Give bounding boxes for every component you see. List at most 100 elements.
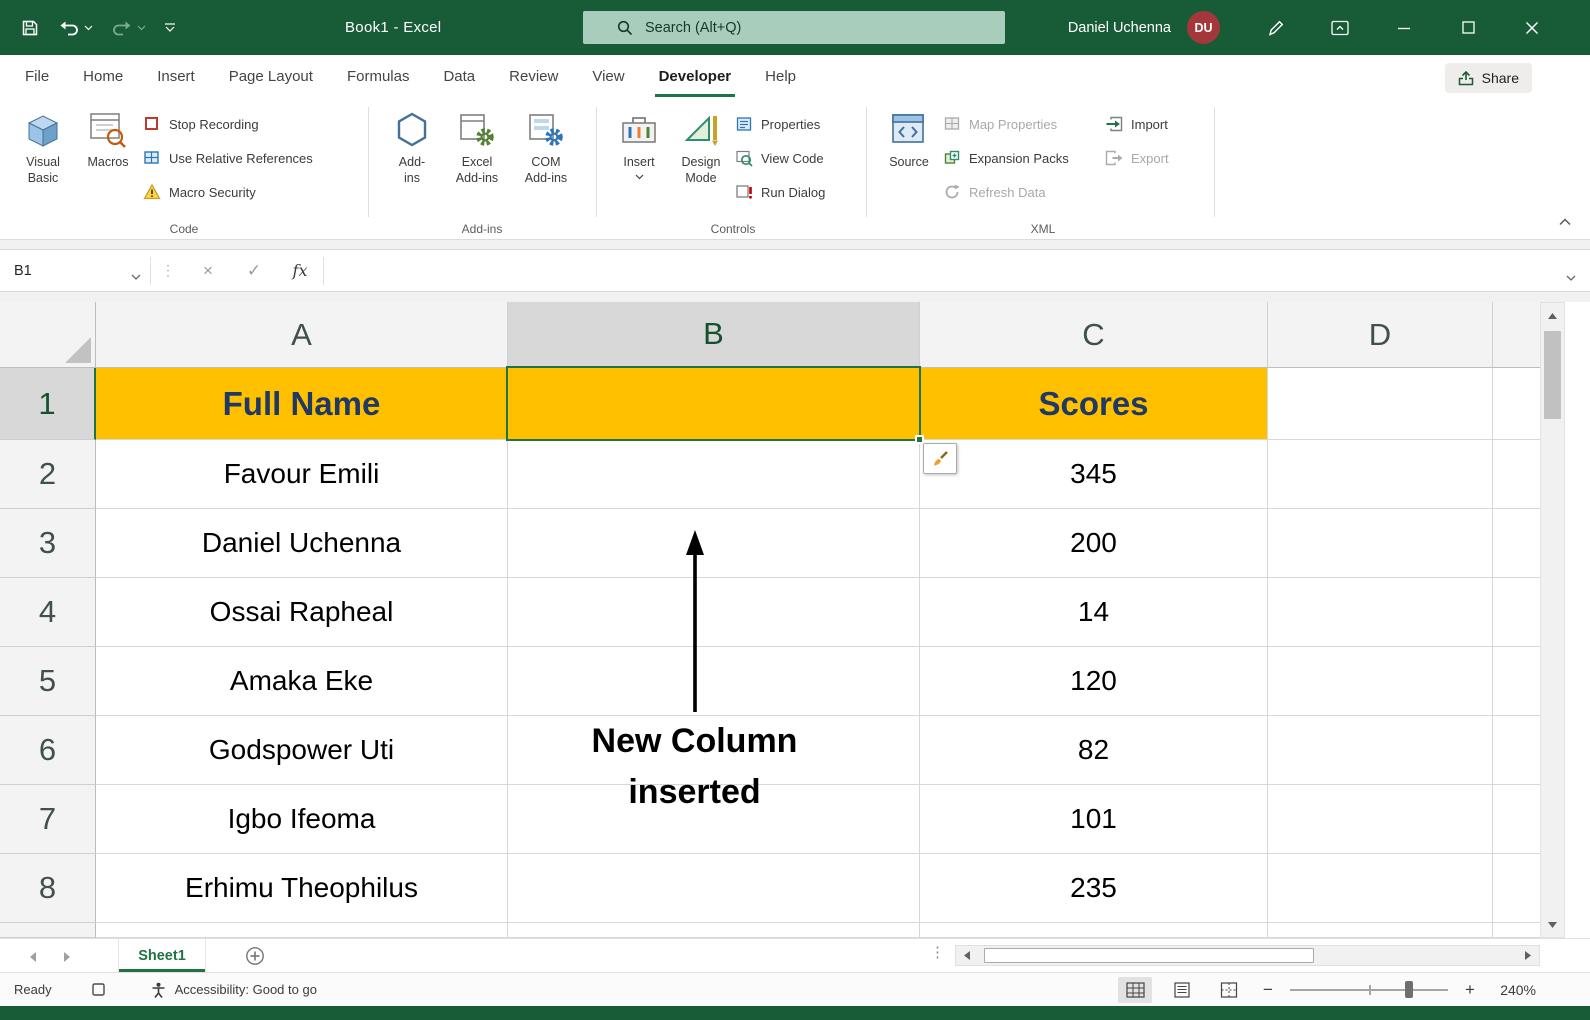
excel-add-ins-button[interactable]: Excel Add-ins — [446, 107, 508, 186]
cell-e1[interactable] — [1493, 368, 1540, 440]
tab-review[interactable]: Review — [492, 55, 575, 97]
tab-split-handle-icon[interactable]: ⋮ — [930, 943, 945, 961]
horizontal-scrollbar[interactable] — [955, 945, 1540, 966]
row-header-8[interactable]: 8 — [0, 854, 96, 923]
row-header-5[interactable]: 5 — [0, 647, 96, 716]
scroll-up-button[interactable] — [1541, 303, 1564, 328]
select-all-corner[interactable] — [0, 302, 96, 368]
scroll-left-button[interactable] — [956, 946, 978, 965]
tab-developer[interactable]: Developer — [642, 55, 749, 97]
row-header-2[interactable]: 2 — [0, 440, 96, 509]
cell-b5[interactable] — [508, 647, 920, 716]
tab-file[interactable]: File — [8, 55, 66, 97]
tab-insert[interactable]: Insert — [140, 55, 212, 97]
page-layout-view-button[interactable] — [1165, 977, 1199, 1003]
tab-view[interactable]: View — [575, 55, 641, 97]
row-header-4[interactable]: 4 — [0, 578, 96, 647]
vertical-scrollbar[interactable] — [1540, 302, 1565, 938]
cell-e9[interactable] — [1493, 923, 1540, 938]
properties-button[interactable]: Properties — [734, 112, 820, 136]
zoom-out-button[interactable]: − — [1259, 980, 1277, 1000]
macro-security-button[interactable]: Macro Security — [142, 180, 256, 204]
source-button[interactable]: Source — [880, 107, 938, 171]
previous-sheet-button[interactable] — [28, 950, 38, 968]
column-header-c[interactable]: C — [920, 302, 1268, 368]
design-mode-button[interactable]: Design Mode — [670, 107, 732, 186]
cell-b4[interactable] — [508, 578, 920, 647]
cell-b8[interactable] — [508, 854, 920, 923]
zoom-slider[interactable] — [1290, 989, 1448, 991]
chevron-down-icon[interactable] — [131, 268, 141, 284]
collapse-ribbon-button[interactable] — [1558, 213, 1572, 231]
cell-c5[interactable]: 120 — [920, 647, 1268, 716]
cell-c2[interactable]: 345 — [920, 440, 1268, 509]
normal-view-button[interactable] — [1118, 977, 1152, 1003]
cell-e2[interactable] — [1493, 440, 1540, 509]
cell-a1[interactable]: Full Name — [96, 368, 508, 440]
row-header-6[interactable]: 6 — [0, 716, 96, 785]
cell-d8[interactable] — [1268, 854, 1493, 923]
column-header-e[interactable] — [1493, 302, 1540, 368]
cell-b1-selected[interactable] — [508, 368, 920, 440]
record-macro-button[interactable] — [92, 983, 105, 996]
avatar[interactable]: DU — [1187, 11, 1220, 44]
tab-home[interactable]: Home — [66, 55, 140, 97]
visual-basic-button[interactable]: Visual Basic — [12, 107, 74, 186]
cell-a3[interactable]: Daniel Uchenna — [96, 509, 508, 578]
cell-d2[interactable] — [1268, 440, 1493, 509]
expansion-packs-button[interactable]: Expansion Packs — [942, 146, 1069, 170]
sheet-tab-sheet1[interactable]: Sheet1 — [118, 939, 206, 972]
com-add-ins-button[interactable]: COM Add-ins — [514, 107, 578, 186]
cancel-button[interactable]: × — [185, 261, 231, 281]
insert-options-button[interactable] — [923, 443, 957, 474]
undo-button[interactable] — [58, 19, 93, 36]
cell-a9[interactable] — [96, 923, 508, 938]
run-dialog-button[interactable]: Run Dialog — [734, 180, 825, 204]
close-button[interactable] — [1500, 0, 1564, 55]
column-header-b[interactable]: B — [508, 302, 920, 368]
cell-d9[interactable] — [1268, 923, 1493, 938]
import-button[interactable]: Import — [1104, 112, 1168, 136]
cell-b2[interactable] — [508, 440, 920, 509]
ink-pen-button[interactable] — [1244, 0, 1308, 55]
cell-c7[interactable]: 101 — [920, 785, 1268, 854]
next-sheet-button[interactable] — [62, 950, 72, 968]
macros-button[interactable]: Macros — [80, 107, 136, 171]
ribbon-display-options-button[interactable] — [1308, 0, 1372, 55]
row-header-9[interactable] — [0, 923, 96, 938]
cell-c9[interactable] — [920, 923, 1268, 938]
cell-e4[interactable] — [1493, 578, 1540, 647]
cell-c4[interactable]: 14 — [920, 578, 1268, 647]
cell-a4[interactable]: Ossai Rapheal — [96, 578, 508, 647]
share-button[interactable]: Share — [1445, 63, 1532, 93]
accessibility-status[interactable]: Accessibility: Good to go — [151, 982, 317, 998]
column-header-d[interactable]: D — [1268, 302, 1493, 368]
customize-qat-button[interactable] — [164, 23, 176, 32]
zoom-in-button[interactable]: + — [1461, 980, 1479, 1000]
tab-data[interactable]: Data — [426, 55, 492, 97]
view-code-button[interactable]: View Code — [734, 146, 824, 170]
cell-a2[interactable]: Favour Emili — [96, 440, 508, 509]
cell-a5[interactable]: Amaka Eke — [96, 647, 508, 716]
cell-c3[interactable]: 200 — [920, 509, 1268, 578]
cell-a6[interactable]: Godspower Uti — [96, 716, 508, 785]
cell-e5[interactable] — [1493, 647, 1540, 716]
cell-a7[interactable]: Igbo Ifeoma — [96, 785, 508, 854]
scroll-down-button[interactable] — [1541, 912, 1564, 937]
cell-b3[interactable] — [508, 509, 920, 578]
zoom-slider-thumb[interactable] — [1405, 981, 1413, 998]
name-box[interactable]: B1 — [0, 250, 150, 291]
new-sheet-button[interactable] — [245, 946, 265, 971]
column-header-a[interactable]: A — [96, 302, 508, 368]
cell-d4[interactable] — [1268, 578, 1493, 647]
row-header-3[interactable]: 3 — [0, 509, 96, 578]
cell-d3[interactable] — [1268, 509, 1493, 578]
search-input[interactable]: Search (Alt+Q) — [583, 11, 1005, 44]
formula-input[interactable] — [324, 250, 1590, 291]
insert-control-button[interactable]: Insert — [612, 107, 666, 180]
insert-function-button[interactable]: fx — [277, 261, 323, 280]
stop-recording-button[interactable]: Stop Recording — [142, 112, 259, 136]
cell-d1[interactable] — [1268, 368, 1493, 440]
tab-formulas[interactable]: Formulas — [330, 55, 427, 97]
maximize-button[interactable] — [1436, 0, 1500, 55]
